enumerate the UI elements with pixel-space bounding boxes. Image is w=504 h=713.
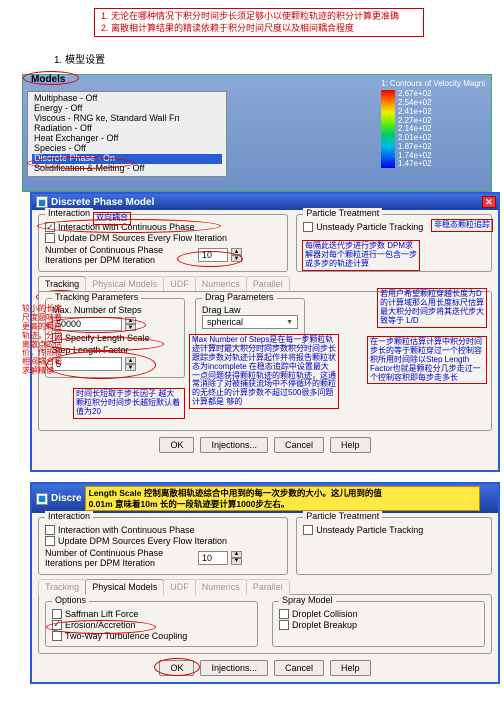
anno-user-d: 若用户希望颗粒穿越长度为D的计算域那么用长度标尺估算最大积分时间步将其迭代步大致… xyxy=(377,288,487,327)
highlight-oval-erosion xyxy=(46,620,156,634)
titlebar[interactable]: ▦ Discre Length Scale 控制离散相轨迹综合中用到的每一次步数… xyxy=(32,484,498,512)
anno-every-iteration: 每隔此迭代步进行步数 DPM求解器对每个颗粒进行一包含一步或多步的轨迹计算 xyxy=(302,240,420,270)
group-interaction: Interaction Interaction with Continuous … xyxy=(38,517,288,575)
group-spray: Spray Model Droplet Collision Droplet Br… xyxy=(272,601,485,647)
tab-parallel[interactable]: Parallel xyxy=(246,276,290,292)
legend-val: 1.87e+02 xyxy=(398,143,432,151)
tab-udf[interactable]: UDF xyxy=(163,579,196,595)
anno-slfactor: 在一步颗粒估算计算中积分时间步长的等于颗粒穿过一个控制容积所用时间除以Step … xyxy=(367,336,487,384)
ok-button[interactable]: OK xyxy=(159,437,194,453)
legend-val: 2.41e+02 xyxy=(398,108,432,116)
margin-note-left: 较小的长度尺度意味着更高的颗粒轨迹，分段离散点的估价，传热和相间耦合和求解精读 xyxy=(20,304,66,376)
chk-label: Update DPM Sources Every Flow Iteration xyxy=(58,233,227,243)
anno-unsteady: 非稳态颗粒追踪 xyxy=(431,219,493,232)
chk-label: Update DPM Sources Every Flow Iteration xyxy=(58,536,227,546)
dpm-window-1: ▦ Discrete Phase Model ✕ Interaction 双向耦… xyxy=(30,192,500,472)
app-icon: ▦ xyxy=(36,493,48,505)
group-legend: Tracking Parameters xyxy=(52,292,141,302)
titlebar[interactable]: ▦ Discrete Phase Model ✕ xyxy=(32,194,498,210)
contour-legend: 1: Contours of Velocity Magni 2.67e+02 2… xyxy=(381,79,485,168)
tracking-tab-body: Tracking Parameters Max. Number of Steps… xyxy=(38,291,492,431)
legend-title: 1: Contours of Velocity Magni xyxy=(381,79,485,88)
chk-update-dpm[interactable]: Update DPM Sources Every Flow Iteration xyxy=(45,536,281,546)
field-nci: Number of Continuous Phase Iterations pe… xyxy=(45,245,281,265)
highlight-oval-ok xyxy=(154,658,200,676)
tabs: Tracking Physical Models UDF Numerics Pa… xyxy=(38,579,492,595)
max-steps-label: Max. Number of Steps xyxy=(52,305,178,315)
group-legend: Spray Model xyxy=(279,595,336,605)
yellow-note: Length Scale 控制离散相轨迹综合中用到的每一次步数的大小。这儿用到的… xyxy=(85,486,480,510)
app-icon: ▦ xyxy=(36,196,48,208)
chk-droplet-collision[interactable]: Droplet Collision xyxy=(279,609,478,619)
models-panel: Models Multiphase - Off Energy - Off Vis… xyxy=(22,74,492,192)
injections-button[interactable]: Injections... xyxy=(200,437,268,453)
cancel-button[interactable]: Cancel xyxy=(274,660,324,676)
field-label: Number of Continuous Phase Iterations pe… xyxy=(45,548,195,568)
window-title: Discre xyxy=(51,493,82,504)
legend-val: 1.47e+02 xyxy=(398,160,432,168)
color-bar xyxy=(381,90,395,168)
tab-tracking[interactable]: Tracking xyxy=(38,579,86,595)
tab-physical[interactable]: Physical Models xyxy=(85,579,164,595)
tab-parallel[interactable]: Parallel xyxy=(246,579,290,595)
chk-saffman[interactable]: Saffman Lift Force xyxy=(52,609,251,619)
chk-droplet-breakup[interactable]: Droplet Breakup xyxy=(279,620,478,630)
button-row: OK Injections... Cancel Help xyxy=(38,660,492,676)
tab-numerics[interactable]: Numerics xyxy=(195,579,247,595)
chk-label: Droplet Collision xyxy=(292,609,358,619)
group-legend: Interaction xyxy=(45,511,93,521)
help-button[interactable]: Help xyxy=(330,660,371,676)
window-title: Discrete Phase Model xyxy=(51,197,154,208)
drag-law-label: Drag Law xyxy=(202,305,298,315)
chk-unsteady-tracking[interactable]: Unsteady Particle Tracking xyxy=(303,525,485,535)
chk-label: Unsteady Particle Tracking xyxy=(316,525,423,535)
anno-max-n: Max Number of Steps是在每一步颗粒轨迹计算时最大积分时间步数积… xyxy=(189,334,339,408)
tab-udf[interactable]: UDF xyxy=(163,276,196,292)
button-row: OK Injections... Cancel Help xyxy=(38,437,492,453)
field-label: Number of Continuous Phase Iterations pe… xyxy=(45,245,195,265)
section-title: 1. 模型设置 xyxy=(54,51,490,66)
injections-button[interactable]: Injections... xyxy=(200,660,268,676)
nci-input[interactable]: 10 xyxy=(198,551,228,565)
ybox-l2: 0.01m 意味着10m 长的一段轨迹要计算1000步左右。 xyxy=(89,499,476,509)
chk-label: Unsteady Particle Tracking xyxy=(316,222,423,232)
help-button[interactable]: Help xyxy=(330,437,371,453)
group-particle-treatment: Particle Treatment Unsteady Particle Tra… xyxy=(296,517,492,575)
legend-val: 2.01e+02 xyxy=(398,134,432,142)
group-legend: Options xyxy=(52,595,89,605)
chk-interaction-continuous[interactable]: Interaction with Continuous Phase xyxy=(45,525,281,535)
cancel-button[interactable]: Cancel xyxy=(274,437,324,453)
note-line-2: 2. 离散相计算结果的精读依赖于积分时间尺度以及相间耦合程度 xyxy=(101,23,417,35)
drag-law-select[interactable]: spherical ▼ xyxy=(202,315,298,329)
group-interaction: Interaction 双向耦合 ✓Interaction with Conti… xyxy=(38,214,288,272)
note-line-1: 1. 无论在哪种情况下积分时间步长须足够小以使颗粒轨迹的积分计算更准确 xyxy=(101,11,417,23)
top-note: 1. 无论在哪种情况下积分时间步长须足够小以使颗粒轨迹的积分计算更准确 2. 离… xyxy=(94,8,424,37)
tab-numerics[interactable]: Numerics xyxy=(195,276,247,292)
dpm-window-2: ▦ Discre Length Scale 控制离散相轨迹综合中用到的每一次步数… xyxy=(30,482,500,683)
legend-val: 2.54e+02 xyxy=(398,99,432,107)
group-options: Options Saffman Lift Force ✓Erosion/Accr… xyxy=(45,601,258,647)
chk-label: Saffman Lift Force xyxy=(65,609,138,619)
chevron-down-icon: ▼ xyxy=(286,319,293,326)
select-value: spherical xyxy=(207,317,243,327)
group-tracking-params: Tracking Parameters Max. Number of Steps… xyxy=(45,298,185,378)
field-nci: Number of Continuous Phase Iterations pe… xyxy=(45,548,281,568)
close-icon[interactable]: ✕ xyxy=(482,196,496,208)
chk-label: Droplet Breakup xyxy=(292,620,357,630)
group-legend: Particle Treatment xyxy=(303,511,382,521)
chk-update-dpm[interactable]: Update DPM Sources Every Flow Iteration xyxy=(45,233,281,243)
anno-interval: 时间长短取于步长因子 越大颗粒积分时间步长越短默认着值为20 xyxy=(73,388,185,418)
physical-tab-body: Options Saffman Lift Force ✓Erosion/Accr… xyxy=(38,594,492,654)
ybox-l1: Length Scale 控制离散相轨迹综合中用到的每一次步数的大小。这儿用到的… xyxy=(89,488,476,498)
spinner[interactable]: ▲▼ xyxy=(231,551,242,565)
chk-label: Interaction with Continuous Phase xyxy=(58,525,195,535)
tab-physical[interactable]: Physical Models xyxy=(85,276,164,292)
group-legend: Particle Treatment xyxy=(303,208,382,218)
group-legend: Drag Parameters xyxy=(202,292,277,302)
group-legend: Interaction xyxy=(45,208,93,218)
